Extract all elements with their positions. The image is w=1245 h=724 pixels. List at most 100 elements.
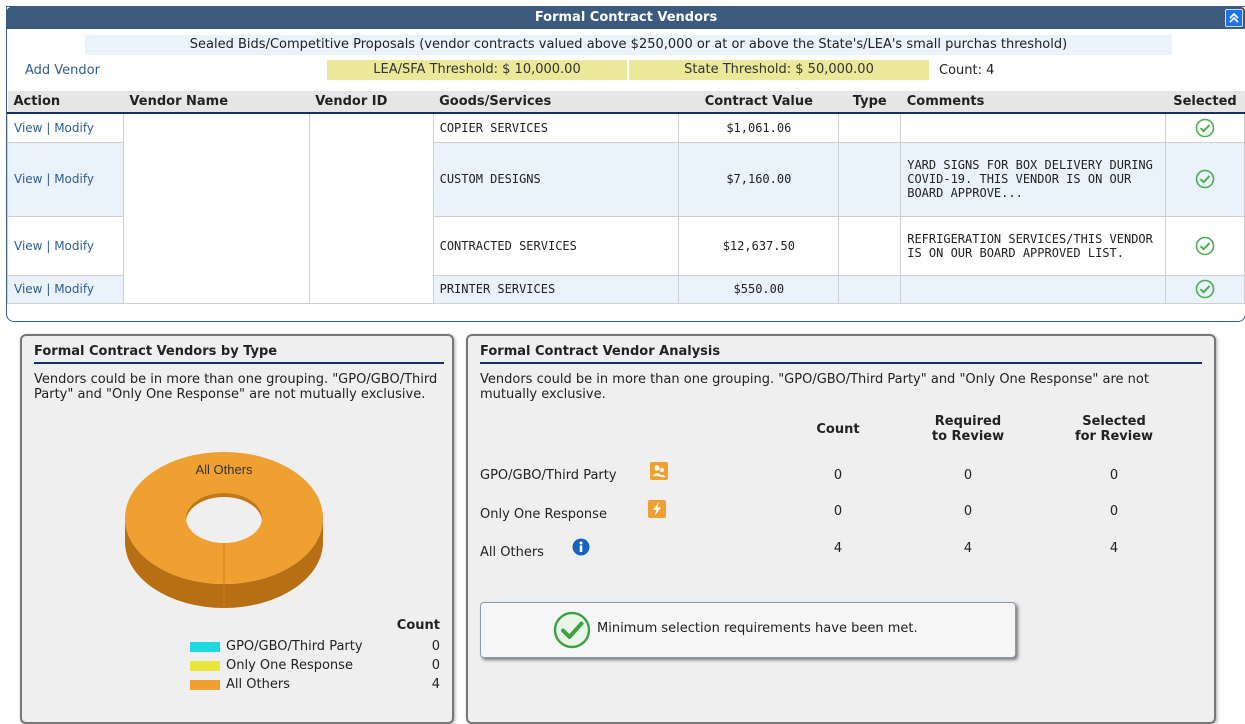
add-vendor-link[interactable]: Add Vendor xyxy=(25,63,100,78)
value-cell: $12,637.50 xyxy=(678,215,840,276)
selection-status-message: Minimum selection requirements have been… xyxy=(480,602,1016,658)
lea-threshold: LEA/SFA Threshold: $ 10,000.00 xyxy=(327,60,627,80)
legend-item: All Others 4 xyxy=(190,676,440,695)
check-circle-icon xyxy=(1195,118,1215,138)
legend-name: GPO/GBO/Third Party xyxy=(226,639,363,654)
action-cell: View | Modify xyxy=(7,215,124,276)
selected-cell xyxy=(1164,112,1245,143)
modify-link[interactable]: Modify xyxy=(54,282,94,296)
col-goods-services[interactable]: Goods/Services xyxy=(433,91,679,114)
type-cell xyxy=(838,274,902,304)
action-cell: View | Modify xyxy=(7,274,124,304)
analysis-required: 4 xyxy=(963,541,973,556)
col-required-header: Required to Review xyxy=(931,414,1005,444)
analysis-count: 4 xyxy=(833,541,843,556)
legend-item: GPO/GBO/Third Party 0 xyxy=(190,638,440,657)
comments-cell: YARD SIGNS FOR BOX DELIVERY DURING COVID… xyxy=(900,141,1166,217)
info-icon[interactable] xyxy=(572,538,590,556)
modify-link[interactable]: Modify xyxy=(54,239,94,253)
type-cell xyxy=(838,112,902,143)
legend-swatch xyxy=(190,661,220,671)
action-cell: View | Modify xyxy=(7,112,124,143)
card-title: Formal Contract Vendors by Type xyxy=(34,344,278,359)
goods-cell: CUSTOM DESIGNS xyxy=(432,141,680,217)
view-link[interactable]: View xyxy=(14,239,42,253)
group-icon[interactable] xyxy=(650,462,668,480)
type-cell xyxy=(838,141,902,217)
legend-count: 4 xyxy=(431,677,440,692)
vendor-analysis-card: Formal Contract Vendor Analysis Vendors … xyxy=(466,334,1216,724)
legend-name: All Others xyxy=(226,677,290,692)
card-title: Formal Contract Vendor Analysis xyxy=(480,344,721,359)
formal-contract-vendors-panel: Formal Contract Vendors Sealed Bids/Comp… xyxy=(6,6,1245,322)
view-link[interactable]: View xyxy=(14,121,42,135)
selected-cell xyxy=(1164,141,1245,217)
legend-swatch xyxy=(190,680,220,690)
donut-chart: All Others xyxy=(125,452,323,608)
analysis-row-label: Only One Response xyxy=(480,507,607,522)
card-note: Vendors could be in more than one groupi… xyxy=(480,372,1149,402)
vendors-by-type-card: Formal Contract Vendors by Type Vendors … xyxy=(20,334,454,724)
analysis-required: 0 xyxy=(963,468,973,483)
analysis-selected: 0 xyxy=(1109,468,1119,483)
status-message-text: Minimum selection requirements have been… xyxy=(597,621,918,636)
comments-cell xyxy=(900,274,1166,304)
type-legend: Count GPO/GBO/Third Party 0 Only One Res… xyxy=(190,618,440,695)
check-circle-icon xyxy=(1195,279,1215,299)
analysis-required: 0 xyxy=(963,504,973,519)
legend-header: Count xyxy=(396,618,440,633)
table-header-row: Action Vendor Name Vendor ID Goods/Servi… xyxy=(7,91,1245,114)
donut-label: All Others xyxy=(195,462,253,477)
col-type[interactable]: Type xyxy=(838,91,901,114)
analysis-selected: 4 xyxy=(1109,541,1119,556)
state-threshold: State Threshold: $ 50,000.00 xyxy=(629,60,929,80)
panel-subtitle: Sealed Bids/Competitive Proposals (vendo… xyxy=(85,35,1172,55)
col-selected-header: Selected for Review xyxy=(1074,414,1154,444)
legend-name: Only One Response xyxy=(226,658,353,673)
col-vendor-name[interactable]: Vendor Name xyxy=(123,91,310,114)
action-cell: View | Modify xyxy=(7,141,124,217)
check-circle-icon xyxy=(1195,236,1215,255)
col-comments[interactable]: Comments xyxy=(900,91,1166,114)
check-circle-icon xyxy=(1195,169,1215,189)
vendor-id-cell xyxy=(308,112,434,304)
legend-swatch xyxy=(190,642,220,652)
col-contract-value[interactable]: Contract Value xyxy=(678,91,839,114)
type-cell xyxy=(838,215,902,276)
col-vendor-id[interactable]: Vendor ID xyxy=(309,91,434,114)
legend-count: 0 xyxy=(431,639,440,654)
comments-cell xyxy=(900,112,1166,143)
analysis-row-label: GPO/GBO/Third Party xyxy=(480,468,617,483)
double-chevron-up-icon xyxy=(1229,12,1239,23)
col-count-header: Count xyxy=(816,422,860,437)
goods-cell: PRINTER SERVICES xyxy=(432,274,680,304)
goods-cell: CONTRACTED SERVICES xyxy=(432,215,680,276)
view-link[interactable]: View xyxy=(14,282,42,296)
card-note: Vendors could be in more than one groupi… xyxy=(34,372,438,402)
legend-item: Only One Response 0 xyxy=(190,657,440,676)
value-cell: $1,061.06 xyxy=(678,112,840,143)
divider xyxy=(480,362,1202,364)
view-link[interactable]: View xyxy=(14,172,42,186)
selected-cell xyxy=(1164,215,1245,276)
analysis-row-label: All Others xyxy=(480,545,544,560)
analysis-count: 0 xyxy=(833,504,843,519)
divider xyxy=(34,362,444,364)
lightning-icon[interactable] xyxy=(648,500,666,518)
modify-link[interactable]: Modify xyxy=(54,172,94,186)
col-selected[interactable]: Selected xyxy=(1165,91,1245,114)
vendors-table: Action Vendor Name Vendor ID Goods/Servi… xyxy=(7,91,1245,304)
collapse-button[interactable] xyxy=(1225,9,1243,27)
value-cell: $550.00 xyxy=(678,274,840,304)
vendor-count: Count: 4 xyxy=(939,63,995,78)
check-circle-icon xyxy=(553,611,591,649)
panel-title: Formal Contract Vendors xyxy=(7,7,1245,29)
analysis-selected: 0 xyxy=(1109,504,1119,519)
modify-link[interactable]: Modify xyxy=(54,121,94,135)
vendor-name-cell xyxy=(122,112,310,304)
table-row: View | Modify COPIER SERVICES $1,061.06 xyxy=(7,112,1245,304)
selected-cell xyxy=(1164,274,1245,304)
col-action[interactable]: Action xyxy=(7,91,124,114)
value-cell: $7,160.00 xyxy=(678,141,840,217)
comments-cell: REFRIGERATION SERVICES/THIS VENDOR IS ON… xyxy=(900,215,1166,276)
